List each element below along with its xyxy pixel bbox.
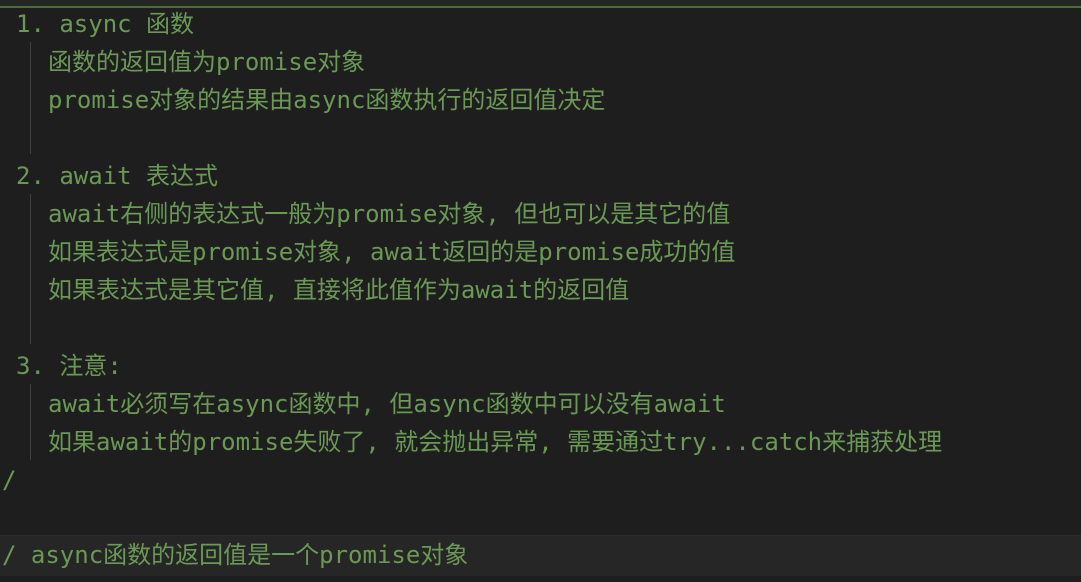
comment-line: await右侧的表达式一般为promise对象, 但也可以是其它的值 — [48, 200, 731, 228]
indent-guide — [30, 194, 31, 344]
comment-line: promise对象的结果由async函数执行的返回值决定 — [48, 86, 606, 114]
comment-line-heading-note: 3. 注意: — [16, 352, 122, 380]
comment-line-current[interactable]: / async函数的返回值是一个promise对象 — [2, 536, 468, 574]
comment-line: 如果await的promise失败了, 就会抛出异常, 需要通过try...ca… — [48, 428, 943, 456]
comment-line: 函数的返回值为promise对象 — [48, 48, 366, 76]
next-line-partial — [0, 576, 1081, 582]
comment-line-heading-await: 2. await 表达式 — [16, 162, 219, 190]
code-editor[interactable]: 1. async 函数 函数的返回值为promise对象 promise对象的结… — [0, 0, 1081, 582]
comment-line: 如果表达式是其它值, 直接将此值作为await的返回值 — [48, 276, 630, 304]
comment-line-heading-async: 1. async 函数 — [16, 10, 195, 38]
comment-line: 如果表达式是promise对象, await返回的是promise成功的值 — [48, 238, 736, 266]
comment-line: await必须写在async函数中, 但async函数中可以没有await — [48, 390, 726, 418]
comment-end-line: / — [2, 466, 17, 494]
indent-guide — [30, 42, 31, 154]
indent-guide — [30, 384, 31, 460]
